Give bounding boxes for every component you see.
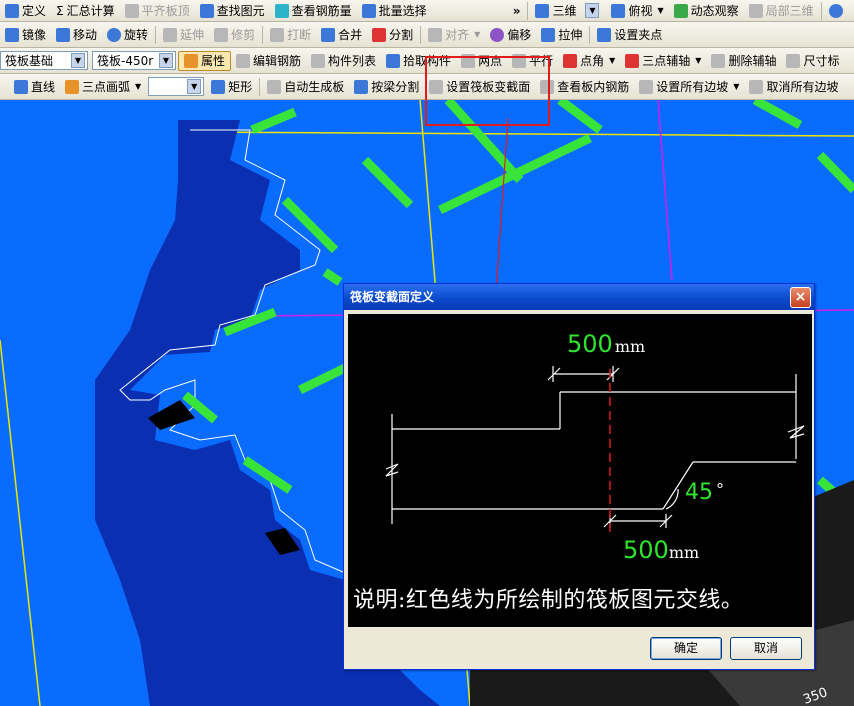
section-diagram: 500 mm 500mm 45 ° 说明:红色线为所绘制的筏板图元交线。 — [348, 314, 812, 627]
section-diagram-drawing — [385, 366, 805, 534]
close-icon: × — [794, 289, 807, 305]
ok-button[interactable]: 确定 — [650, 637, 722, 660]
dialog-title: 筏板变截面定义 — [350, 290, 435, 304]
dialog-title-bar[interactable]: 筏板变截面定义 × — [344, 284, 814, 310]
bottom-dimension-label: 500mm — [623, 536, 700, 564]
cancel-button[interactable]: 取消 — [730, 637, 802, 660]
top-dimension-label: 500 mm — [567, 330, 646, 358]
dialog-close-button[interactable]: × — [790, 287, 811, 308]
variable-section-dialog: 筏板变截面定义 × 500 mm 500mm 45 ° 说明:红色线为所绘制的筏… — [343, 283, 815, 670]
angle-label: 45 ° — [685, 480, 724, 505]
dialog-note: 说明:红色线为所绘制的筏板图元交线。 — [353, 588, 744, 613]
